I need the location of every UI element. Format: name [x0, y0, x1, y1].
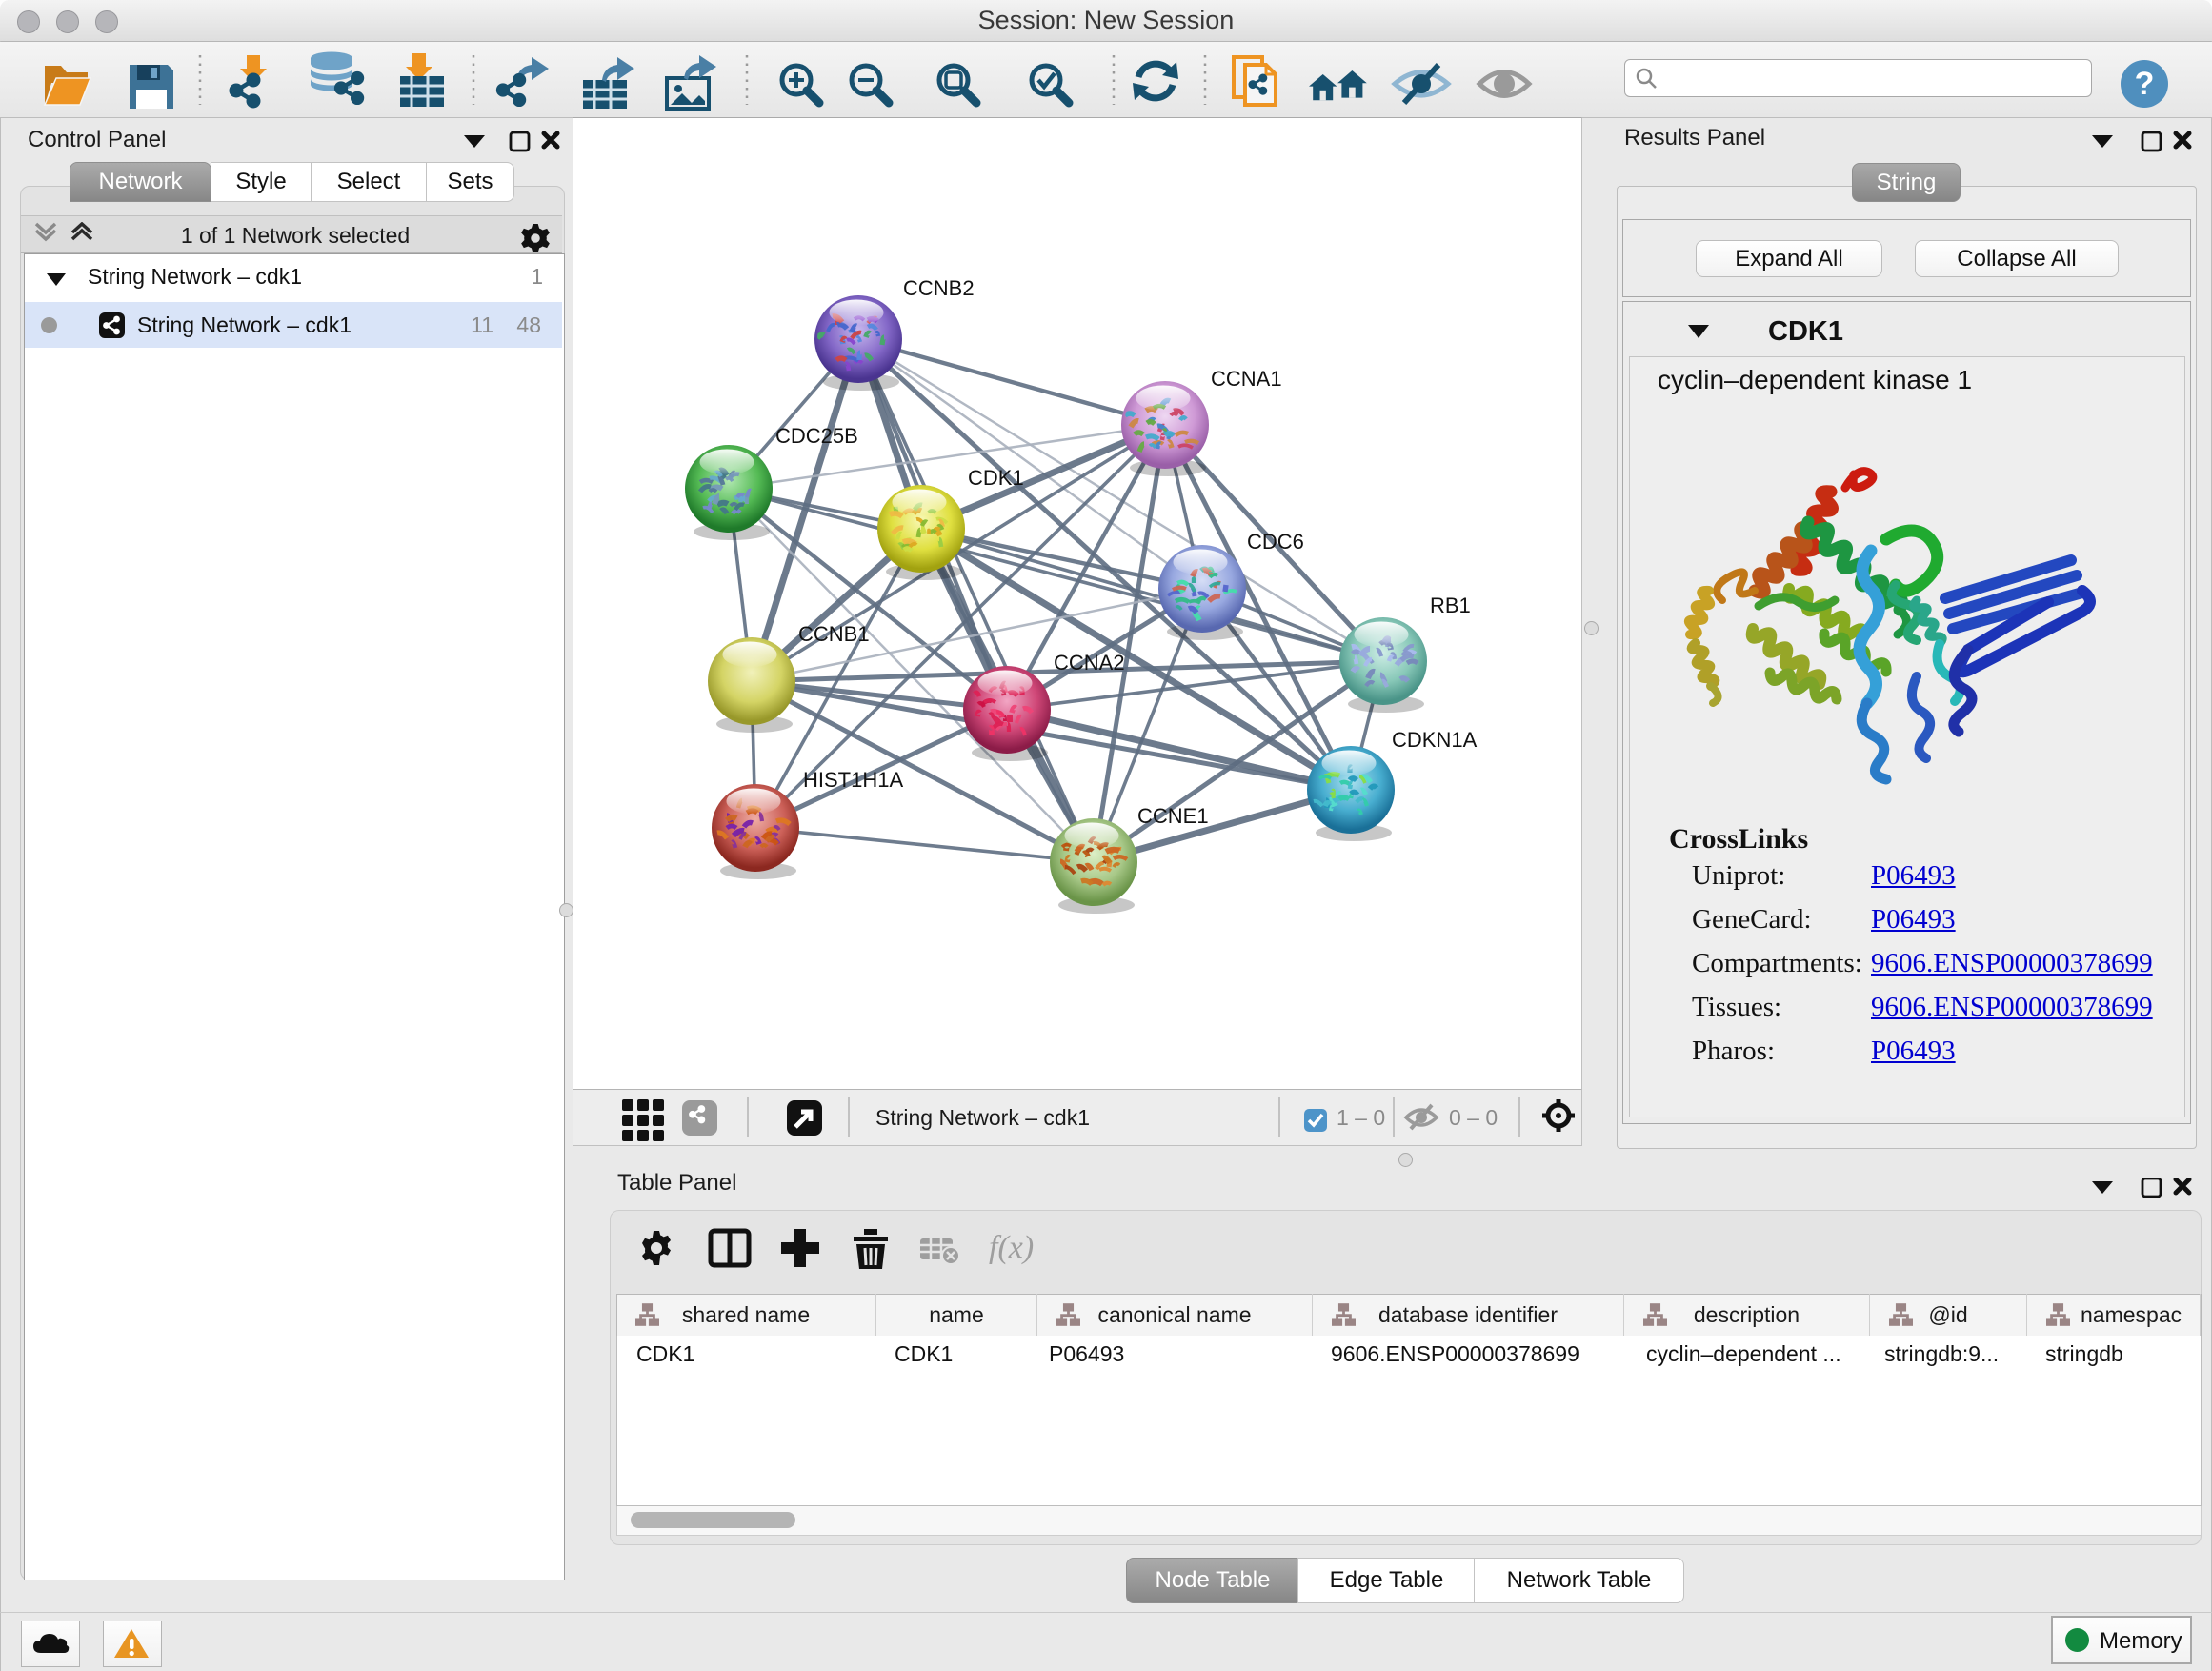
svg-text:f(x): f(x): [989, 1230, 1034, 1265]
svg-text:CDC6: CDC6: [1247, 530, 1304, 554]
svg-text:CDKN1A: CDKN1A: [1392, 728, 1478, 752]
svg-text:HIST1H1A: HIST1H1A: [803, 768, 903, 792]
svg-text:String Network – cdk1: String Network – cdk1: [875, 1105, 1090, 1130]
svg-text:CCNE1: CCNE1: [1137, 804, 1209, 828]
svg-text:RB1: RB1: [1430, 594, 1471, 617]
svg-text:CDK1: CDK1: [968, 466, 1024, 490]
svg-text:0 – 0: 0 – 0: [1449, 1105, 1498, 1130]
svg-text:CDC25B: CDC25B: [775, 424, 858, 448]
svg-text:CCNB2: CCNB2: [903, 276, 975, 300]
svg-text:CCNB1: CCNB1: [798, 622, 870, 646]
svg-text:CCNA1: CCNA1: [1211, 367, 1282, 391]
svg-text:CCNA2: CCNA2: [1054, 651, 1125, 674]
svg-text:1 – 0: 1 – 0: [1337, 1105, 1385, 1130]
